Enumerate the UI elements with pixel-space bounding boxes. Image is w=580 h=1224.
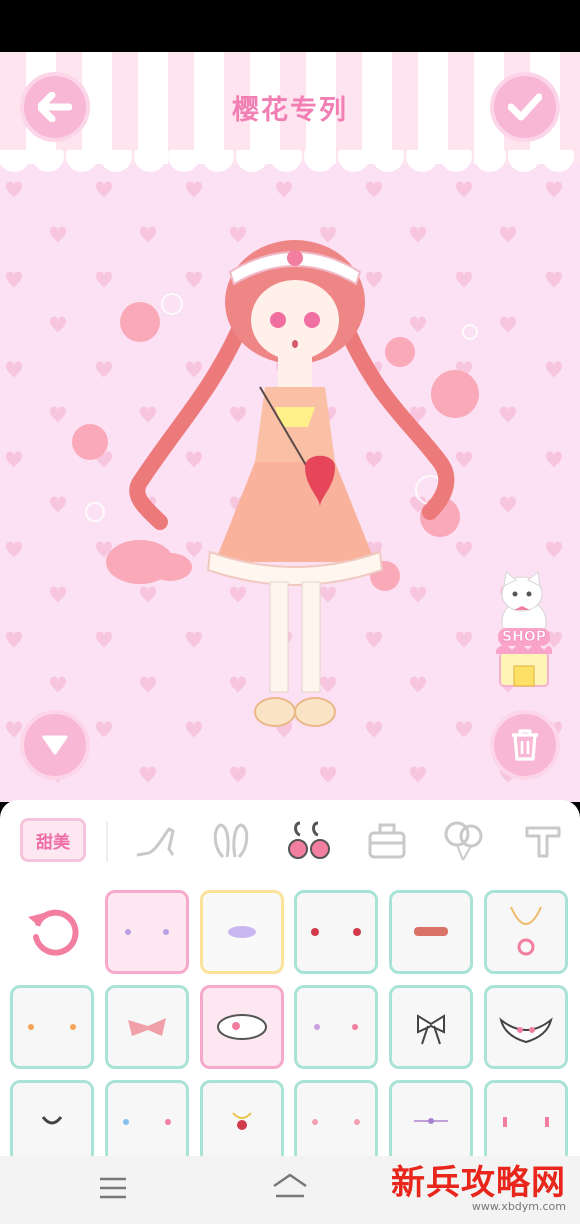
item-slot[interactable] bbox=[105, 1080, 189, 1164]
earring-item-icon bbox=[123, 1119, 171, 1125]
item-slot[interactable] bbox=[200, 890, 284, 974]
item-slot[interactable] bbox=[389, 1080, 473, 1164]
shop-button[interactable]: SHOP bbox=[494, 626, 554, 690]
status-bar bbox=[0, 0, 580, 52]
dressup-stage: 樱花专列 SHOP bbox=[0, 52, 580, 802]
bow-item-icon bbox=[128, 1018, 166, 1036]
site-watermark: 新兵攻略网 www.xbdym.com bbox=[391, 1164, 566, 1213]
fur-cuff-item-icon bbox=[217, 1014, 267, 1040]
item-slot[interactable] bbox=[389, 890, 473, 974]
menu-icon[interactable] bbox=[98, 1176, 128, 1200]
text-icon bbox=[525, 826, 561, 858]
earring-item-icon bbox=[503, 1117, 549, 1127]
earrings-icon bbox=[288, 821, 330, 859]
earring-item-icon bbox=[311, 928, 361, 936]
earring-item-icon bbox=[125, 929, 169, 935]
bag-icon bbox=[368, 823, 406, 859]
choker-item-icon bbox=[414, 1118, 448, 1124]
balloons-icon bbox=[444, 821, 483, 861]
fur-collar-item-icon bbox=[499, 1017, 553, 1044]
shoe-icon bbox=[136, 827, 175, 857]
delete-button[interactable] bbox=[490, 710, 560, 780]
tab-ears[interactable] bbox=[206, 818, 256, 864]
item-slot[interactable] bbox=[105, 985, 189, 1069]
hairpin-item-icon bbox=[414, 927, 448, 936]
item-slot[interactable] bbox=[105, 890, 189, 974]
tab-bags[interactable] bbox=[362, 818, 412, 864]
necklace-item-icon bbox=[41, 1116, 63, 1125]
tab-shoes[interactable] bbox=[130, 818, 180, 864]
bunny-ears-icon bbox=[213, 823, 249, 859]
checkmark-icon bbox=[508, 93, 542, 121]
earring-item-icon bbox=[314, 1024, 358, 1030]
home-icon[interactable] bbox=[270, 1172, 310, 1202]
tab-text[interactable] bbox=[518, 818, 568, 864]
watermark-brand: 新兵攻略网 bbox=[391, 1163, 566, 1203]
item-slot[interactable] bbox=[200, 985, 284, 1069]
doll-character bbox=[129, 240, 455, 727]
item-slot[interactable] bbox=[484, 1080, 568, 1164]
category-tabs: 甜美 bbox=[0, 800, 580, 882]
triangle-down-icon bbox=[42, 735, 68, 755]
tab-divider bbox=[106, 822, 108, 862]
shop-label: SHOP bbox=[502, 629, 547, 646]
style-tab-sweet[interactable]: 甜美 bbox=[20, 818, 86, 862]
necklace-item-icon bbox=[510, 906, 542, 956]
tab-balloons[interactable] bbox=[438, 818, 488, 864]
earring-item-icon bbox=[228, 926, 256, 938]
collapse-panel-button[interactable] bbox=[20, 710, 90, 780]
item-slot[interactable] bbox=[389, 985, 473, 1069]
reset-icon[interactable] bbox=[24, 903, 80, 959]
earring-item-icon bbox=[28, 1024, 76, 1030]
item-slot[interactable] bbox=[484, 985, 568, 1069]
trash-icon bbox=[512, 729, 538, 761]
earring-item-icon bbox=[312, 1119, 360, 1125]
item-slot[interactable] bbox=[10, 1080, 94, 1164]
item-slot[interactable] bbox=[294, 1080, 378, 1164]
confirm-button[interactable] bbox=[490, 72, 560, 142]
pendant-item-icon bbox=[232, 1112, 252, 1130]
item-slot[interactable] bbox=[294, 985, 378, 1069]
item-slot[interactable] bbox=[10, 985, 94, 1069]
item-slot[interactable] bbox=[200, 1080, 284, 1164]
item-slot[interactable] bbox=[294, 890, 378, 974]
item-slot[interactable] bbox=[484, 890, 568, 974]
tab-earrings[interactable] bbox=[284, 818, 334, 864]
ribbon-item-icon bbox=[417, 1014, 445, 1045]
